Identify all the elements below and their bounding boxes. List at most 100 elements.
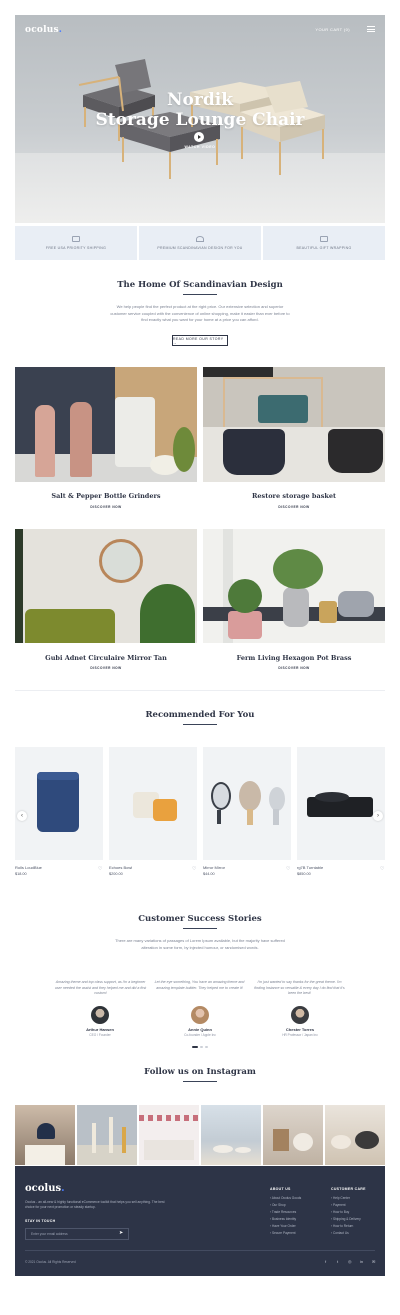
instagram-photo[interactable] xyxy=(201,1105,261,1165)
discover-link[interactable]: DISCOVER NOW xyxy=(203,666,385,670)
feature-gift: BEAUTIFUL GIFT WRAPPING xyxy=(263,226,385,260)
avatar xyxy=(291,1006,309,1024)
read-story-button[interactable]: READ MORE OUR STORY → xyxy=(172,335,228,346)
facebook-icon[interactable]: f xyxy=(325,1259,326,1264)
product-name[interactable]: Echoes Bowl xyxy=(109,865,132,870)
footer-link[interactable]: › Have Your Order xyxy=(270,1224,296,1228)
testimonials-title: Customer Success Stories xyxy=(138,914,262,924)
footer-link[interactable]: › How to Buy xyxy=(331,1210,349,1214)
twitter-icon[interactable]: t xyxy=(337,1259,338,1264)
hero-banner: ocolus. YOUR CART (0) Nordik Storage Lou… xyxy=(15,15,385,223)
category-name[interactable]: Salt & Pepper Bottle Grinders xyxy=(15,492,197,500)
pagination-dot[interactable] xyxy=(200,1046,203,1048)
truck-icon xyxy=(72,236,80,242)
hero-title: Nordik Storage Lounge Chair xyxy=(95,90,305,130)
stay-in-touch-label: STAY IN TOUCH xyxy=(25,1219,56,1223)
footer-link[interactable]: › Help Center xyxy=(331,1196,350,1200)
category-image-pot[interactable] xyxy=(203,529,385,643)
instagram-photo[interactable] xyxy=(263,1105,323,1165)
features-bar: FREE USA PRIORITY SHIPPING PREMIUM SCAND… xyxy=(15,226,385,260)
intro-text: We help people find the perfect product … xyxy=(110,304,290,322)
heart-icon[interactable]: ♡ xyxy=(380,866,384,872)
category-image-mirror[interactable] xyxy=(15,529,197,643)
section-divider xyxy=(15,690,385,691)
footer-link[interactable]: › Contact Us xyxy=(331,1231,349,1235)
footer-link[interactable]: › Business Identity xyxy=(270,1217,296,1221)
newsletter-email-input[interactable]: Enter your email address xyxy=(25,1228,129,1240)
play-icon[interactable] xyxy=(194,132,204,142)
copyright-text: © 2021 Ocolus. All Rights Reserved xyxy=(25,1260,76,1264)
site-logo[interactable]: ocolus. xyxy=(25,25,62,35)
product-image[interactable] xyxy=(15,747,103,860)
avatar xyxy=(191,1006,209,1024)
testimonial-name: Chester Torres xyxy=(285,1027,315,1032)
pagination-dot[interactable] xyxy=(192,1046,198,1048)
footer-link[interactable]: › Secure Payment xyxy=(270,1231,296,1235)
intro-divider xyxy=(183,294,217,295)
discover-link[interactable]: DISCOVER NOW xyxy=(203,505,385,509)
linkedin-icon[interactable]: in xyxy=(360,1259,363,1264)
hamburger-icon[interactable] xyxy=(367,26,375,32)
footer-link[interactable]: › Trade Resources xyxy=(270,1210,296,1214)
product-name[interactable]: rg7B Turntable xyxy=(297,865,323,870)
testimonial-quote: Let the eye something, You have an amazi… xyxy=(154,980,245,990)
instagram-photo[interactable] xyxy=(325,1105,385,1165)
product-name[interactable]: Mirror Mirror xyxy=(203,865,225,870)
heart-icon[interactable]: ♡ xyxy=(98,866,102,872)
heart-icon[interactable]: ♡ xyxy=(286,866,290,872)
product-image[interactable] xyxy=(109,747,197,860)
discover-link[interactable]: DISCOVER NOW xyxy=(15,666,197,670)
testimonials-divider xyxy=(183,928,217,929)
footer-divider xyxy=(25,1250,375,1251)
product-price: $18.00 xyxy=(15,872,27,876)
email-icon[interactable]: ✉ xyxy=(372,1259,375,1264)
feature-shipping: FREE USA PRIORITY SHIPPING xyxy=(15,226,137,260)
footer: ocolus. Ocolus - an all-new & highly fun… xyxy=(15,1166,385,1276)
category-image-basket[interactable] xyxy=(203,367,385,482)
testimonial-name: Arthur Hansen xyxy=(86,1027,114,1032)
avatar xyxy=(91,1006,109,1024)
pagination-dot[interactable] xyxy=(205,1046,208,1048)
cart-link[interactable]: YOUR CART (0) xyxy=(315,27,350,32)
instagram-icon[interactable]: ◎ xyxy=(348,1259,352,1264)
product-name[interactable]: Rolls LoudBlue xyxy=(15,865,42,870)
recommended-divider xyxy=(183,724,217,725)
heart-icon[interactable]: ♡ xyxy=(192,866,196,872)
testimonial-pagination[interactable] xyxy=(192,1046,208,1048)
footer-link[interactable]: › How to Return xyxy=(331,1224,353,1228)
diamond-icon xyxy=(196,236,204,242)
gift-icon xyxy=(320,236,328,242)
category-name[interactable]: Restore storage basket xyxy=(203,492,385,500)
footer-about-text: Ocolus - an all-new & highly functional … xyxy=(25,1200,165,1209)
instagram-photo[interactable] xyxy=(77,1105,137,1165)
product-price: $200.00 xyxy=(109,872,123,876)
testimonials-text: There are many variations of passages of… xyxy=(115,938,285,950)
footer-link[interactable]: › Our Shop xyxy=(270,1203,286,1207)
footer-logo[interactable]: ocolus. xyxy=(25,1183,65,1194)
recommended-title: Recommended For You xyxy=(145,710,255,720)
product-price: $850.00 xyxy=(297,872,311,876)
instagram-divider xyxy=(183,1081,217,1082)
carousel-prev-icon[interactable]: ‹ xyxy=(17,811,27,821)
intro-title: The Home Of Scandinavian Design xyxy=(117,280,283,290)
watch-video-link[interactable]: WATCH VIDEO xyxy=(15,145,385,149)
send-icon[interactable]: ➤ xyxy=(119,1230,123,1236)
testimonial-role: Co-founder / Apple Inc xyxy=(184,1033,216,1037)
instagram-photo[interactable] xyxy=(139,1105,199,1165)
category-image-grinders[interactable] xyxy=(15,367,197,482)
feature-design: PREMIUM SCANDINAVIAN DESIGN FOR YOU xyxy=(139,226,261,260)
footer-link[interactable]: › Payment xyxy=(331,1203,346,1207)
footer-customer-care-heading: CUSTOMER CARE xyxy=(331,1187,366,1191)
product-price: $44.00 xyxy=(203,872,215,876)
footer-link[interactable]: › About Ocolus Goods xyxy=(270,1196,301,1200)
carousel-next-icon[interactable]: › xyxy=(373,811,383,821)
product-image[interactable] xyxy=(203,747,291,860)
testimonial-role: CEO / Founder xyxy=(89,1033,111,1037)
discover-link[interactable]: DISCOVER NOW xyxy=(15,505,197,509)
testimonial-quote: Amazing theme and top class support, as … xyxy=(54,980,147,995)
category-name[interactable]: Ferm Living Hexagon Pot Brass xyxy=(203,654,385,662)
category-name[interactable]: Gubi Adnet Circulaire Mirror Tan xyxy=(15,654,197,662)
footer-link[interactable]: › Shipping & Delivery xyxy=(331,1217,361,1221)
product-image[interactable] xyxy=(297,747,385,860)
instagram-photo[interactable] xyxy=(15,1105,75,1165)
